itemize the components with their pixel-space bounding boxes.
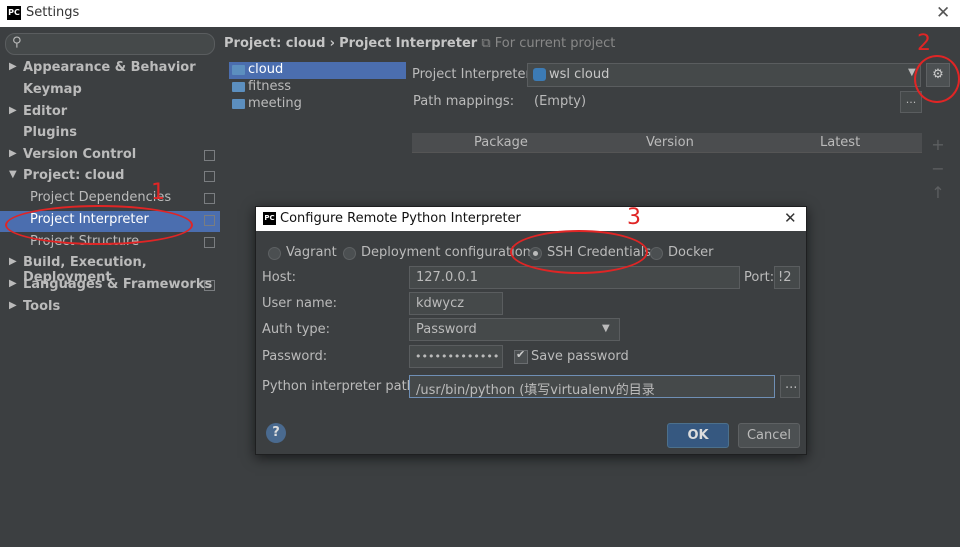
breadcrumb-hint: For current project [494,36,616,51]
sidebar-item-label: Editor [23,104,68,119]
path-mappings-label: Path mappings: [413,94,515,109]
project-item[interactable]: meeting [229,96,406,113]
sidebar-item[interactable]: ▶ Appearance & Behavior [0,59,220,80]
sidebar-item[interactable]: Keymap [0,81,220,102]
search-icon: ⚲ [12,35,22,50]
sidebar-item-label: Plugins [23,125,77,140]
interpreter-value: wsl cloud [549,67,610,82]
password-label: Password: [262,349,328,364]
cancel-button[interactable]: Cancel [738,423,800,448]
column-header-latest[interactable]: Latest [820,135,860,150]
column-header-version[interactable]: Version [646,135,694,150]
help-icon[interactable]: ? [266,423,286,443]
annotation-ring-1 [5,205,193,245]
sidebar-item-label: Keymap [23,82,82,97]
remove-package-icon[interactable]: − [928,159,948,183]
annotation-number-1: 1 [151,180,165,205]
chevron-right-icon[interactable]: ▶ [9,256,17,267]
chevron-right-icon[interactable]: ▶ [9,105,17,116]
password-input[interactable]: ••••••••••••• [409,345,503,368]
sidebar-item-label: Version Control [23,147,137,162]
packages-table-header: Package Version Latest [412,133,922,153]
auth-type-select[interactable]: Password ▼ [409,318,620,341]
project-level-icon [204,150,215,161]
breadcrumb: Project: cloud › Project Interpreter ⧉ F… [224,36,615,51]
chevron-down-icon[interactable]: ▼ [9,169,17,180]
port-input[interactable]: !2 [774,266,800,289]
chevron-right-icon[interactable]: ▶ [9,61,17,72]
folder-icon [232,65,245,75]
annotation-ring-3 [510,230,648,274]
annotation-number-3: 3 [627,205,641,230]
folder-icon [232,82,245,92]
sidebar-item[interactable]: ▶ Version Control [0,146,220,167]
project-interpreter-select[interactable]: wsl cloud ▼ [527,63,921,87]
settings-search-input[interactable]: ⚲ [5,33,215,55]
host-label: Host: [262,270,296,285]
port-label: Port: [744,270,775,285]
copy-icon: ⧉ [481,36,491,51]
project-item[interactable]: fitness [229,79,406,96]
window-title: Settings [26,5,80,20]
sidebar-item-label: Appearance & Behavior [23,60,196,75]
user-name-input[interactable]: kdwycz [409,292,503,315]
save-password-label: Save password [531,349,629,364]
column-header-package[interactable]: Package [474,135,528,150]
sidebar-item-label: Project Dependencies [30,190,172,205]
sidebar-item[interactable]: ▼ Project: cloud [0,167,220,188]
radio-indicator [650,247,663,260]
user-name-label: User name: [262,296,338,311]
breadcrumb-separator: › [329,36,335,51]
upgrade-package-icon[interactable]: ↑ [928,183,948,207]
project-list: cloud fitness meeting [229,62,406,113]
project-level-icon [204,171,215,182]
sidebar-item[interactable]: ▶ Build, Execution, Deployment [0,254,220,285]
radio-indicator [343,247,356,260]
folder-icon [232,99,245,109]
sidebar-item[interactable]: ▶ Editor [0,103,220,124]
chevron-down-icon: ▼ [602,323,610,334]
auth-type-label: Auth type: [262,322,331,337]
breadcrumb-page: Project Interpreter [339,36,478,51]
dialog-title: Configure Remote Python Interpreter [280,211,521,226]
chevron-right-icon[interactable]: ▶ [9,300,17,311]
python-icon [533,68,546,81]
sidebar-item[interactable]: ▶ Languages & Frameworks [0,276,220,297]
dialog-close-icon[interactable]: ✕ [784,209,797,227]
pycharm-logo-icon: PC [263,212,276,225]
save-password-checkbox[interactable] [514,348,528,364]
sidebar-item-label: Languages & Frameworks [23,277,213,292]
add-package-icon[interactable]: + [928,135,948,159]
annotation-ring-2 [914,55,960,103]
chevron-right-icon[interactable]: ▶ [9,148,17,159]
project-item[interactable]: cloud [229,62,406,79]
chevron-right-icon[interactable]: ▶ [9,278,17,289]
pycharm-logo-icon: PC [7,6,21,20]
annotation-number-2: 2 [917,31,931,56]
sidebar-item-label: Tools [23,299,61,314]
path-mappings-value: (Empty) [534,94,587,109]
packages-toolbar: + − ↑ [928,135,948,207]
project-level-icon [204,237,215,248]
interpreter-path-label: Python interpreter path: [262,379,420,394]
sidebar-item[interactable]: Plugins [0,124,220,145]
interpreter-path-browse-button[interactable]: ... [780,375,800,398]
interpreter-path-input[interactable]: /usr/bin/python (填写virtualenv的目录 [409,375,775,398]
project-level-icon [204,193,215,204]
ok-button[interactable]: OK [667,423,729,448]
project-level-icon [204,280,215,291]
dialog-titlebar: PC Configure Remote Python Interpreter ✕ [256,207,806,231]
radio-indicator [268,247,281,260]
project-interpreter-label: Project Interpreter: [412,67,536,82]
breadcrumb-project[interactable]: Project: cloud [224,36,325,51]
project-level-icon [204,215,215,226]
window-titlebar: PC Settings ✕ [0,0,960,27]
window-close-icon[interactable]: ✕ [936,3,950,23]
sidebar-item-label: Project: cloud [23,168,125,183]
sidebar-item[interactable]: ▶ Tools [0,298,220,319]
